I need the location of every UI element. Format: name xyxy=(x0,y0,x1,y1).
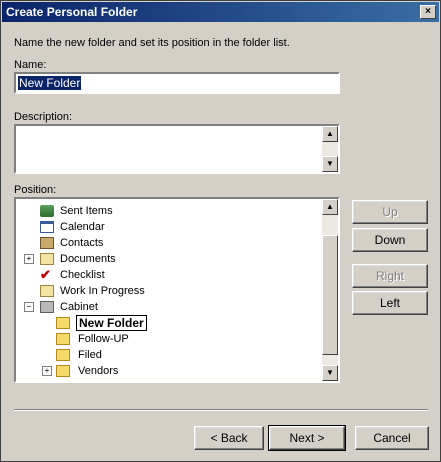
calendar-icon xyxy=(40,221,54,233)
collapse-icon[interactable]: − xyxy=(24,302,34,312)
tree-item-label: Filed xyxy=(78,349,102,361)
sent-items-icon xyxy=(40,205,54,217)
folder-icon xyxy=(56,317,70,329)
description-label: Description: xyxy=(14,111,73,123)
next-button[interactable]: Next > xyxy=(268,425,346,451)
title-bar: Create Personal Folder × xyxy=(2,2,439,22)
contacts-icon xyxy=(40,237,54,249)
tree-item-label: Follow-UP xyxy=(78,333,129,345)
folder-icon xyxy=(56,333,70,345)
tree-item-label: Contacts xyxy=(60,237,104,249)
tree-item-label: Vendors xyxy=(78,365,119,377)
tree-item-label: Documents xyxy=(60,253,116,265)
scroll-up-arrow-icon[interactable]: ▲ xyxy=(322,126,338,142)
description-textarea[interactable]: ▲ ▼ xyxy=(14,124,340,174)
name-input[interactable]: New Folder xyxy=(14,72,340,94)
folder-icon xyxy=(56,365,70,377)
down-button[interactable]: Down xyxy=(352,228,428,252)
name-input-value: New Folder xyxy=(18,76,82,90)
tree-item-label-selected: New Folder xyxy=(76,315,147,331)
tree-scrollbar[interactable]: ▲ ▼ xyxy=(322,199,338,381)
folder-tree[interactable]: Sent Items Calendar Contacts + Documents… xyxy=(14,197,340,383)
tree-item-documents[interactable]: + Documents xyxy=(16,251,336,267)
right-button[interactable]: Right xyxy=(352,264,428,288)
tree-item-label: Checklist xyxy=(60,269,105,281)
close-button[interactable]: × xyxy=(420,5,436,19)
back-button[interactable]: < Back xyxy=(194,426,264,450)
scroll-down-arrow-icon[interactable]: ▼ xyxy=(322,156,338,172)
footer-separator xyxy=(14,409,428,411)
description-scrollbar[interactable]: ▲ ▼ xyxy=(322,126,338,172)
scroll-up-arrow-icon[interactable]: ▲ xyxy=(322,199,338,215)
instruction-text: Name the new folder and set its position… xyxy=(14,37,290,49)
checklist-icon: ✔ xyxy=(40,267,51,282)
tree-item-label: Cabinet xyxy=(60,301,98,313)
work-in-progress-icon xyxy=(40,285,54,297)
tree-item-label: Sent Items xyxy=(60,205,113,217)
tree-item-vendors[interactable]: + Vendors xyxy=(16,363,336,379)
create-personal-folder-dialog: Create Personal Folder × Name the new fo… xyxy=(0,0,441,462)
expand-icon[interactable]: + xyxy=(42,366,52,376)
left-button[interactable]: Left xyxy=(352,291,428,315)
cabinet-icon xyxy=(40,301,54,313)
cancel-button[interactable]: Cancel xyxy=(355,426,429,450)
position-label: Position: xyxy=(14,184,57,196)
tree-item-label: Work In Progress xyxy=(60,285,145,297)
documents-icon xyxy=(40,253,54,265)
scroll-down-arrow-icon[interactable]: ▼ xyxy=(322,365,338,381)
expand-icon[interactable]: + xyxy=(24,254,34,264)
up-button[interactable]: Up xyxy=(352,200,428,224)
dialog-title: Create Personal Folder xyxy=(6,5,138,19)
name-label: Name: xyxy=(14,59,47,71)
folder-icon xyxy=(56,349,70,361)
tree-item-label: Calendar xyxy=(60,221,105,233)
scroll-thumb[interactable] xyxy=(322,235,338,355)
